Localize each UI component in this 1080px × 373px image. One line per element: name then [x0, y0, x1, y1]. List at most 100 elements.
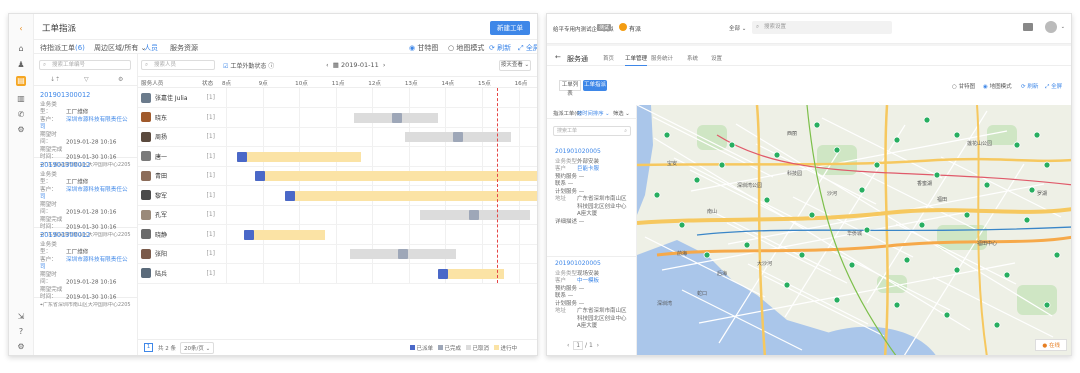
- next-day-icon[interactable]: ›: [383, 61, 386, 69]
- dispatch-map[interactable]: 深圳湾公园 科技园 南山 福田 香蜜湖 莲花山公园 深圳湾 沙河 华侨城 蛇口 前海 宝安 福田中心 罗湖…: [637, 105, 1071, 355]
- next-page-icon[interactable]: ›: [597, 342, 599, 349]
- global-search-input[interactable]: ⌕ 搜索设置: [752, 21, 892, 34]
- order-status-icon[interactable]: [391, 112, 402, 123]
- place-label: 莲花山公园: [967, 140, 992, 147]
- schedule-bar[interactable]: [255, 171, 537, 181]
- fullscreen-button[interactable]: ⤢ 全屏: [1045, 82, 1062, 91]
- order-status-icon[interactable]: [438, 268, 449, 279]
- person-row[interactable]: 孔军 [1]: [138, 205, 218, 225]
- map-view-toggle[interactable]: ○ 地图模式: [448, 43, 484, 53]
- status-filter[interactable]: 筛选 ⌄: [613, 109, 630, 117]
- online-chat-button[interactable]: ● 在线: [1035, 339, 1067, 351]
- order-customer[interactable]: 巨能卡服: [577, 166, 599, 172]
- prev-page-icon[interactable]: ‹: [567, 342, 569, 349]
- schedule-bar[interactable]: [419, 210, 530, 220]
- order-status-icon[interactable]: [244, 229, 255, 240]
- avatar[interactable]: [1045, 21, 1057, 33]
- page-size-select[interactable]: 20条/页 ⌄: [180, 342, 215, 354]
- person-row[interactable]: 张阳 [1]: [138, 244, 218, 264]
- person-row[interactable]: 陆兵 [1]: [138, 264, 218, 284]
- schedule-bar[interactable]: [244, 229, 325, 240]
- map-view-toggle[interactable]: ◉ 地图模式: [983, 82, 1012, 90]
- nav-tab[interactable]: 服务统计: [651, 54, 673, 62]
- page-button[interactable]: 1: [144, 343, 153, 352]
- order-customer[interactable]: 中一模板: [577, 278, 599, 284]
- prev-day-icon[interactable]: ‹: [326, 61, 329, 69]
- schedule-bar[interactable]: [438, 268, 504, 279]
- tab-people[interactable]: 人员: [144, 43, 158, 53]
- area-select[interactable]: 周边区域/所有 ⌄: [94, 43, 146, 53]
- message-icon[interactable]: [1023, 23, 1033, 31]
- schedule-bar[interactable]: [350, 249, 457, 259]
- schedule-bar[interactable]: [284, 190, 537, 201]
- person-row[interactable]: 周扬 [1]: [138, 127, 218, 147]
- back-icon[interactable]: ‹: [16, 24, 26, 34]
- order-icon[interactable]: ▤: [16, 76, 26, 86]
- order-search-input[interactable]: ⌕ 搜索工单编号: [39, 60, 131, 70]
- chart-icon[interactable]: ▥: [16, 94, 26, 104]
- date-picker[interactable]: ‹ ▦ 2019-01-11 ›: [326, 61, 386, 69]
- tab-order-list[interactable]: 工单列表: [559, 80, 581, 97]
- sort-select[interactable]: 按时间排序 ⌄: [577, 109, 610, 117]
- person-row[interactable]: 张嘉佳 Julia [1]: [138, 88, 218, 108]
- legend-swatch: [465, 345, 471, 350]
- refresh-button[interactable]: ⟳ 刷新: [1021, 82, 1038, 90]
- back-icon[interactable]: ←: [555, 53, 561, 61]
- nav-tab[interactable]: 工单管理: [625, 54, 648, 66]
- order-status-icon[interactable]: [236, 151, 247, 162]
- person-row[interactable]: 晓静 [1]: [138, 225, 218, 245]
- new-order-button[interactable]: 新建工单: [490, 21, 530, 35]
- chevron-down-icon[interactable]: ⌄: [1061, 24, 1065, 30]
- person-search-input[interactable]: ⌕ 搜索人员: [141, 60, 215, 70]
- order-id[interactable]: 201901300012: [40, 161, 132, 170]
- settings-icon[interactable]: ⚙: [16, 125, 26, 135]
- order-address-text: 广东省深圳市南山区大冲国际中心2205: [42, 301, 131, 308]
- nav-tab[interactable]: 设置: [711, 54, 722, 62]
- done-status-toggle[interactable]: ☑ 工单外勤状态 ⓘ: [223, 61, 274, 70]
- map-canvas[interactable]: 深圳湾公园 科技园南山 福田 香蜜湖 莲花山公园深圳湾 沙河华侨城蛇口 前海 宝安福田中心 罗湖…: [637, 105, 1071, 355]
- order-id[interactable]: 201901300012: [40, 231, 132, 240]
- person-row[interactable]: 唐一 [1]: [138, 147, 218, 167]
- gantt-view-toggle[interactable]: ◉ 甘特图: [409, 43, 438, 53]
- order-card[interactable]: 201901300012 业务类型： 工厂维修 客户： 深圳市源科技有限责任公司 期…: [34, 158, 138, 238]
- person-icon[interactable]: ♟: [16, 60, 26, 70]
- help-icon[interactable]: ?: [16, 327, 26, 337]
- home-icon[interactable]: ⌂: [16, 44, 26, 54]
- order-id[interactable]: 201901020005: [555, 260, 629, 268]
- phone-icon[interactable]: ✆: [16, 110, 26, 120]
- order-id[interactable]: 201901020005: [555, 148, 629, 156]
- map-order-card[interactable]: 201901020005 业务类型外部安装 客户 巨能卡服 预约服务 — 联系 — 计…: [547, 145, 637, 257]
- order-status-icon[interactable]: [398, 249, 409, 259]
- fullscreen-button[interactable]: ⤢ 全屏: [518, 43, 537, 53]
- person-row[interactable]: 黎军 [1]: [138, 186, 218, 206]
- refresh-button[interactable]: ⟳ 刷新: [489, 43, 511, 53]
- schedule-bar[interactable]: [354, 112, 439, 123]
- range-select[interactable]: 按天查看 ⌄: [499, 60, 531, 71]
- list-settings-icon[interactable]: ⚙: [118, 76, 123, 83]
- map-order-search[interactable]: 搜索工单 ⌕: [553, 126, 631, 136]
- order-card[interactable]: 201901300012 业务类型： 工厂维修 客户： 深圳市源科技有限责任公司 期…: [34, 88, 138, 168]
- gear-icon[interactable]: ⚙: [16, 342, 26, 352]
- sort-icon[interactable]: ↓⇡: [50, 76, 60, 83]
- scope-select[interactable]: 全部 ⌄: [729, 24, 746, 32]
- tab-dispatch[interactable]: 工单指派: [583, 80, 607, 91]
- tab-resources[interactable]: 服务资源: [170, 43, 198, 53]
- export-icon[interactable]: ⇲: [16, 312, 26, 322]
- person-row[interactable]: 青田 [1]: [138, 166, 218, 186]
- brand-name[interactable]: 有派: [629, 24, 641, 33]
- order-status-icon[interactable]: [255, 171, 266, 181]
- order-card[interactable]: 201901300012 业务类型： 工厂维修 客户： 深圳市源科技有限责任公司 期…: [34, 228, 138, 308]
- filter-icon[interactable]: ▽: [84, 76, 89, 83]
- gantt-view-toggle[interactable]: ○ 甘特图: [952, 82, 975, 90]
- person-row[interactable]: 晓东 [1]: [138, 108, 218, 128]
- schedule-bar[interactable]: [405, 132, 512, 142]
- page-number[interactable]: 1: [573, 341, 584, 350]
- schedule-bar[interactable]: [236, 151, 362, 162]
- nav-tab[interactable]: 系统: [687, 54, 698, 62]
- order-status-icon[interactable]: [469, 210, 480, 220]
- nav-tab[interactable]: 首页: [603, 54, 614, 62]
- order-status-icon[interactable]: [284, 190, 295, 201]
- order-status-icon[interactable]: [452, 132, 463, 142]
- order-id[interactable]: 201901300012: [40, 91, 132, 100]
- pending-orders-label[interactable]: 待指派工单: [40, 44, 75, 52]
